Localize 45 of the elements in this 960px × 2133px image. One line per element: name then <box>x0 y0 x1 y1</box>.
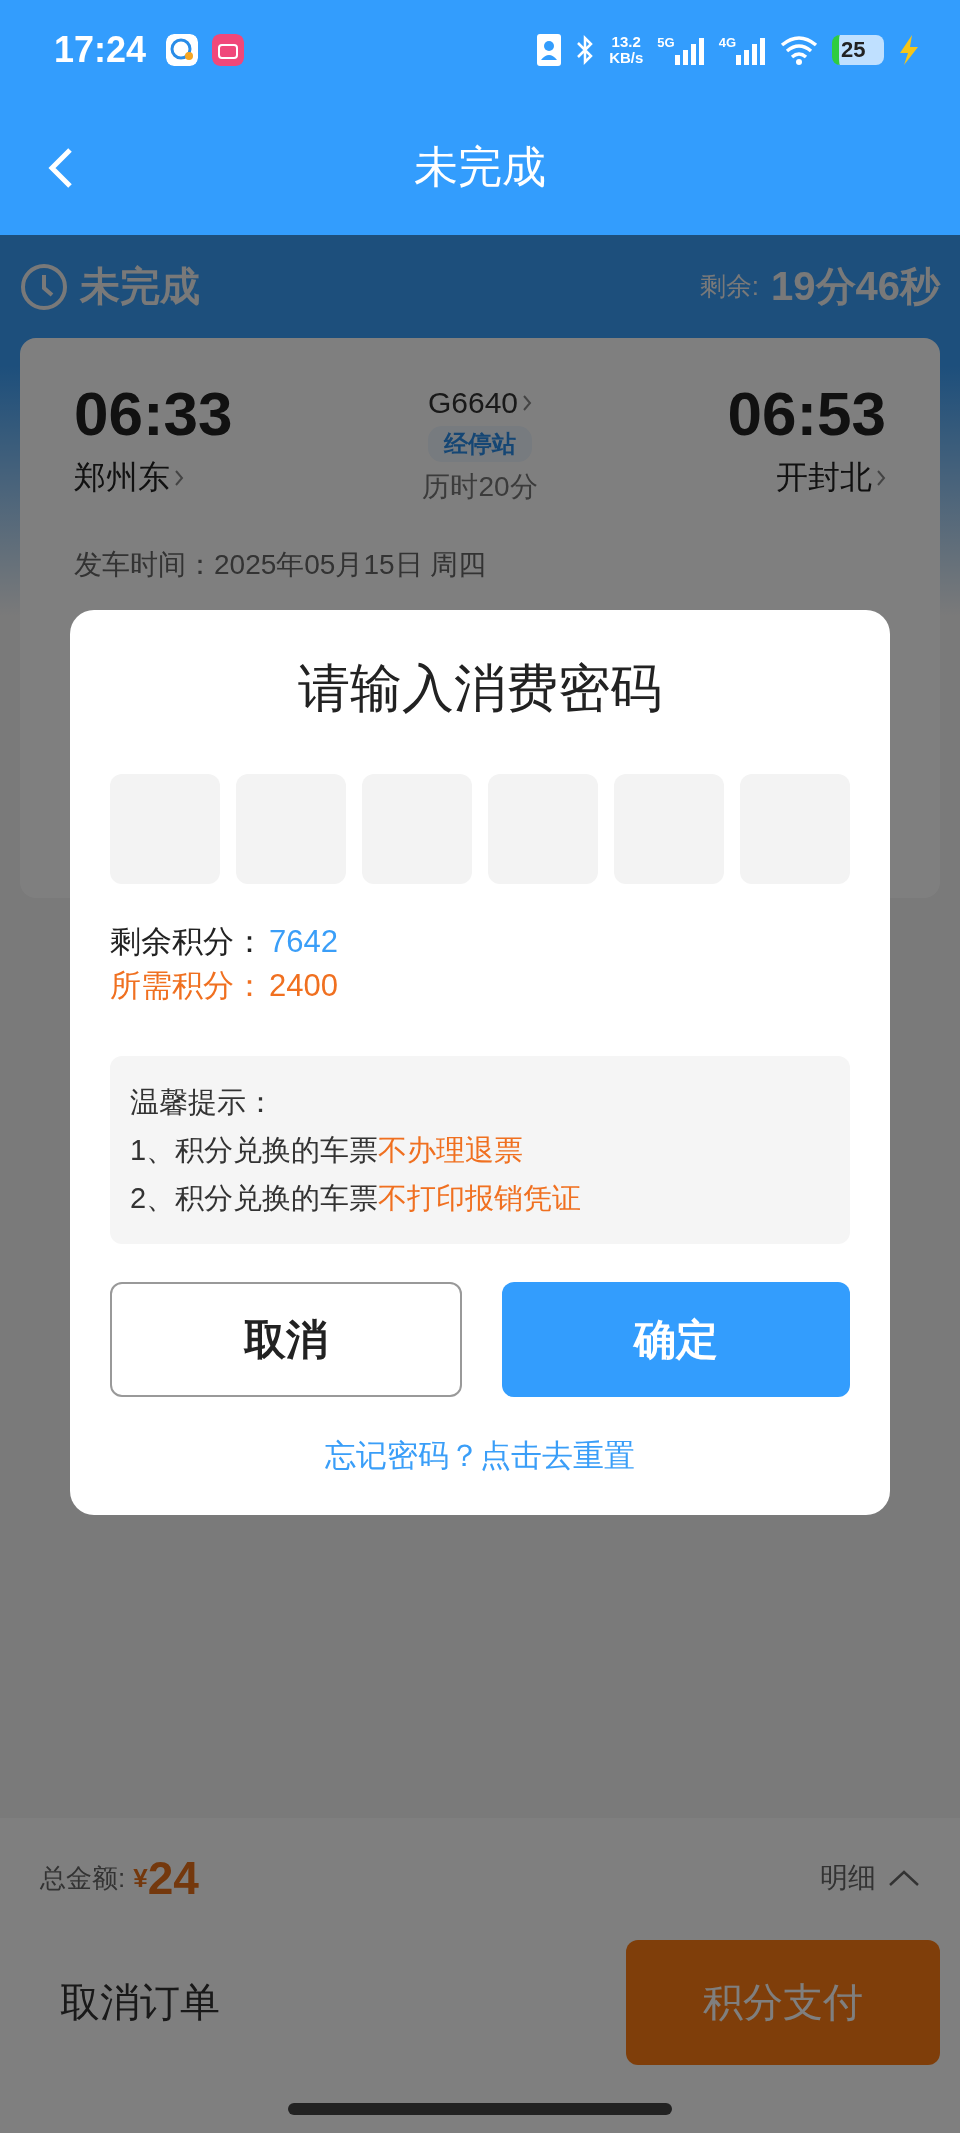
back-icon[interactable] <box>48 146 74 190</box>
wifi-icon <box>780 35 818 65</box>
network-speed: 13.2 KB/s <box>609 34 644 66</box>
contact-card-icon <box>537 34 562 66</box>
cancel-button[interactable]: 取消 <box>110 1282 462 1397</box>
notice-line: 1、积分兑换的车票不办理退票 <box>130 1133 525 1168</box>
total-amount: 24 <box>147 1851 199 1905</box>
charging-icon <box>898 35 920 65</box>
chevron-icon <box>522 394 533 412</box>
signal-icon <box>674 35 705 65</box>
page-title: 未完成 <box>414 141 546 193</box>
cancel-order-button[interactable]: 取消订单 <box>60 1975 220 2030</box>
chevron-up-icon[interactable] <box>888 1869 920 1887</box>
stops-button[interactable]: 经停站 <box>428 426 532 462</box>
remaining-label: 剩余: <box>699 270 759 303</box>
departure-date: 发车时间：2025年05月15日 周四 <box>74 548 488 582</box>
chevron-icon <box>174 469 184 487</box>
arrival-station[interactable]: 开封北 <box>776 456 872 500</box>
notice-title: 温馨提示： <box>130 1085 276 1120</box>
order-status: 未完成 <box>80 263 200 310</box>
chat-app-icon <box>166 34 199 66</box>
dialog-title: 请输入消费密码 <box>297 658 663 719</box>
chevron-icon <box>876 469 886 487</box>
video-app-icon <box>212 34 245 66</box>
train-number[interactable]: G6640 <box>427 386 519 420</box>
points-line: 所需积分：2400 <box>110 967 339 1005</box>
reset-password-link[interactable]: 忘记密码？点击去重置 <box>110 1435 850 1477</box>
departure-time: 06:33 <box>74 378 233 450</box>
points-line: 剩余积分：7642 <box>110 923 339 961</box>
status-time: 17:24 <box>54 29 147 71</box>
notice-line: 2、积分兑换的车票不打印报销凭证 <box>130 1181 583 1216</box>
total-label: 总金额: <box>40 1861 126 1895</box>
network-type: 5G <box>657 35 675 50</box>
battery-level: 25 <box>832 35 884 65</box>
currency-sign: ¥ <box>133 1862 148 1893</box>
arrival-time: 06:53 <box>727 378 886 450</box>
home-indicator[interactable] <box>288 2103 672 2115</box>
network-type: 4G <box>718 35 736 50</box>
departure-station[interactable]: 郑州东 <box>74 456 170 500</box>
remaining-time: 19分46秒 <box>771 263 940 310</box>
details-link[interactable]: 明细 <box>820 1859 876 1897</box>
clock-icon <box>20 262 68 311</box>
trip-duration: 历时20分 <box>422 470 538 504</box>
signal-icon <box>736 35 766 65</box>
confirm-button[interactable]: 确定 <box>502 1282 850 1397</box>
